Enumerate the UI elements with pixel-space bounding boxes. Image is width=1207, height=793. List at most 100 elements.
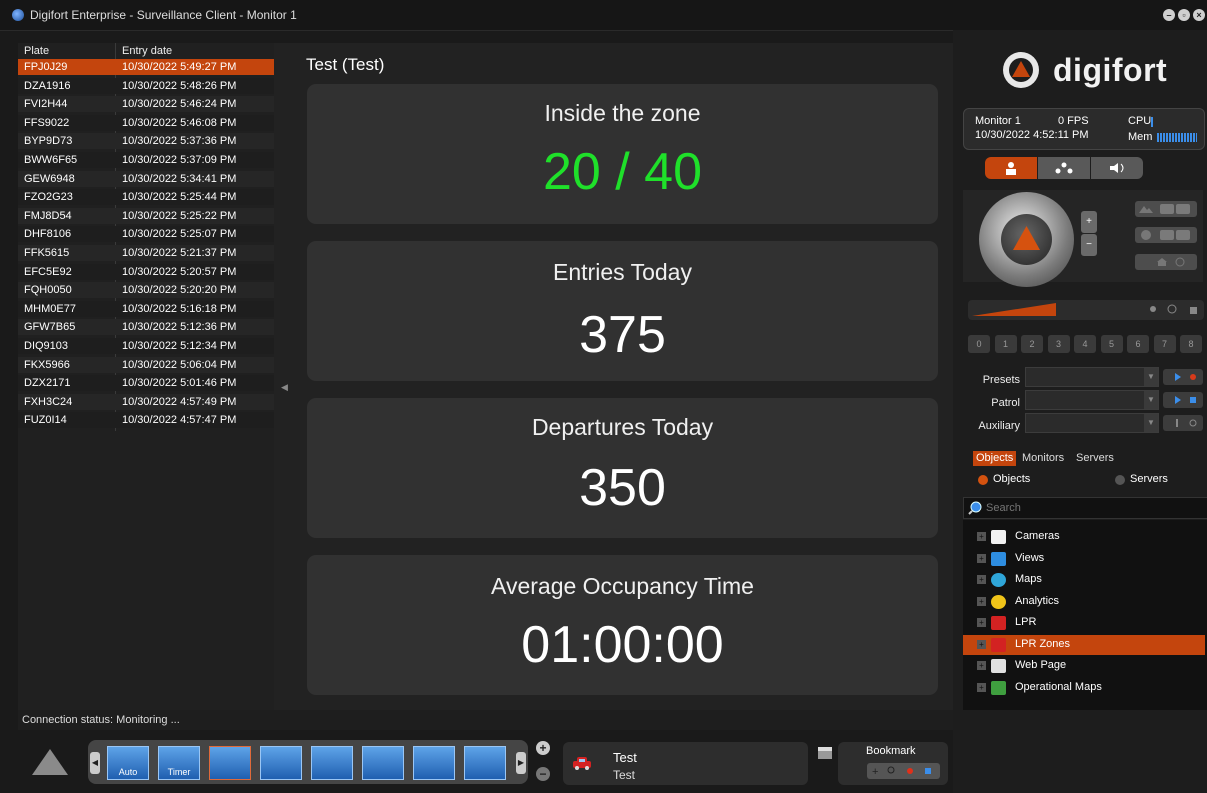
tree-item-views[interactable]: + Views <box>963 549 1205 569</box>
ptz-audio-tab[interactable] <box>1091 157 1143 179</box>
ptz-speed-slider[interactable] <box>968 300 1204 320</box>
table-row[interactable]: GEW6948 10/30/2022 5:34:41 PM <box>18 170 274 187</box>
chevron-down-icon[interactable]: ▼ <box>1144 414 1158 432</box>
collapse-left-icon[interactable]: ◀ <box>281 382 288 393</box>
table-row[interactable]: DIQ9103 10/30/2022 5:12:34 PM <box>18 338 274 354</box>
table-row[interactable]: FUZ0I14 10/30/2022 4:57:47 PM <box>18 412 274 429</box>
layout-next-button[interactable]: ▶ <box>516 752 526 774</box>
iris-control[interactable] <box>1135 227 1197 243</box>
patrol-play-button[interactable] <box>1163 392 1203 408</box>
expand-icon[interactable]: + <box>977 532 986 541</box>
expand-icon[interactable]: + <box>977 575 986 584</box>
tab-objects[interactable]: Objects <box>973 451 1017 466</box>
column-header-plate[interactable]: Plate <box>24 43 49 59</box>
expand-icon[interactable]: + <box>977 639 986 649</box>
table-row[interactable]: MHM0E77 10/30/2022 5:16:18 PM <box>18 300 274 317</box>
focus-control[interactable] <box>1135 201 1197 217</box>
layout-button-4[interactable] <box>260 746 302 780</box>
chevron-down-icon[interactable]: ▼ <box>1144 391 1158 409</box>
servers-radio-label[interactable]: Servers <box>1130 473 1168 485</box>
tree-item-label: Views <box>1015 551 1045 564</box>
auxiliary-toggle-button[interactable] <box>1163 415 1203 431</box>
tree-item-analytics[interactable]: + Analytics <box>963 592 1205 612</box>
preset-key-2[interactable]: 2 <box>1021 335 1043 353</box>
preset-key-7[interactable]: 7 <box>1153 335 1176 353</box>
preset-key-5[interactable]: 5 <box>1100 335 1123 353</box>
layout-button-6[interactable] <box>362 746 404 780</box>
layout-button-1[interactable]: Auto <box>107 746 149 780</box>
minimize-button[interactable]: – <box>1163 9 1175 21</box>
chevron-down-icon[interactable]: ▼ <box>1144 368 1158 386</box>
remove-screen-button[interactable]: − <box>536 767 550 781</box>
layout-button-2[interactable]: Timer <box>158 746 200 780</box>
presets-combo[interactable]: ▼ <box>1025 367 1159 387</box>
bookmark-controls[interactable]: + <box>867 763 940 779</box>
preset-key-0[interactable]: 0 <box>968 335 990 353</box>
layout-button-3[interactable] <box>209 746 251 780</box>
layout-button-8[interactable] <box>464 746 506 780</box>
table-row[interactable]: FFK5615 10/30/2022 5:21:37 PM <box>18 245 274 261</box>
tree-item-maps[interactable]: + Maps <box>963 570 1205 590</box>
column-header-entry-date[interactable]: Entry date <box>122 43 172 59</box>
table-row[interactable]: EFC5E92 10/30/2022 5:20:57 PM <box>18 263 274 280</box>
card-entries-today: Entries Today 375 <box>307 241 938 381</box>
tree-item-cameras[interactable]: + Cameras <box>963 527 1205 547</box>
objects-radio[interactable] <box>978 475 988 485</box>
tab-monitors[interactable]: Monitors <box>1019 451 1067 466</box>
table-row[interactable]: FPJ0J29 10/30/2022 5:49:27 PM <box>18 59 274 75</box>
table-row[interactable]: GFW7B65 10/30/2022 5:12:36 PM <box>18 319 274 336</box>
layout-button-7[interactable] <box>413 746 455 780</box>
expand-icon[interactable]: + <box>977 682 986 692</box>
ptz-group-tab[interactable] <box>1038 157 1090 179</box>
expand-icon[interactable]: + <box>977 618 986 627</box>
card-label: Inside the zone <box>544 100 701 126</box>
table-row[interactable]: BYP9D73 10/30/2022 5:37:36 PM <box>18 133 274 150</box>
objects-radio-label[interactable]: Objects <box>993 473 1030 485</box>
preset-key-3[interactable]: 3 <box>1047 335 1070 353</box>
preset-key-8[interactable]: 8 <box>1180 335 1202 353</box>
patrol-combo[interactable]: ▼ <box>1025 390 1159 410</box>
table-row[interactable]: DZA1916 10/30/2022 5:48:26 PM <box>18 77 274 94</box>
close-button[interactable]: × <box>1193 9 1205 21</box>
servers-radio[interactable] <box>1115 475 1125 485</box>
expand-icon[interactable]: + <box>977 553 986 563</box>
add-screen-button[interactable]: + <box>536 741 550 755</box>
table-row[interactable]: FMJ8D54 10/30/2022 5:25:22 PM <box>18 207 274 224</box>
search-box[interactable] <box>963 497 1207 519</box>
preset-key-4[interactable]: 4 <box>1074 335 1096 353</box>
tree-item-operational-maps[interactable]: + Operational Maps <box>963 678 1205 698</box>
entry-date-cell: 10/30/2022 4:57:47 PM <box>122 414 237 427</box>
table-row[interactable]: DHF8106 10/30/2022 5:25:07 PM <box>18 226 274 243</box>
snapshot-icon[interactable] <box>817 744 833 763</box>
table-row[interactable]: FKX5966 10/30/2022 5:06:04 PM <box>18 356 274 373</box>
maximize-button[interactable]: ▫ <box>1178 9 1190 21</box>
auxiliary-combo[interactable]: ▼ <box>1025 413 1159 433</box>
table-row[interactable]: DZX2171 10/30/2022 5:01:46 PM <box>18 375 274 392</box>
search-input[interactable] <box>984 500 1203 516</box>
joystick-center[interactable] <box>1001 214 1052 265</box>
layout-button-5[interactable] <box>311 746 353 780</box>
zoom-in-button[interactable]: + <box>1081 211 1097 233</box>
table-row[interactable]: BWW6F65 10/30/2022 5:37:09 PM <box>18 152 274 168</box>
panel-splitter[interactable] <box>274 43 292 710</box>
tab-servers[interactable]: Servers <box>1073 451 1117 466</box>
table-row[interactable]: FQH0050 10/30/2022 5:20:20 PM <box>18 282 274 299</box>
preset-play-button[interactable] <box>1163 369 1203 385</box>
table-row[interactable]: FXH3C24 10/30/2022 4:57:49 PM <box>18 393 274 410</box>
tree-item-lpr-zones[interactable]: + LPR Zones <box>963 634 1205 655</box>
layout-prev-button[interactable]: ◀ <box>90 752 100 774</box>
table-row[interactable]: FFS9022 10/30/2022 5:46:08 PM <box>18 114 274 131</box>
monitor-name: Monitor 1 <box>975 115 1021 127</box>
zoom-out-button[interactable]: − <box>1081 234 1097 256</box>
table-row[interactable]: FVI2H44 10/30/2022 5:46:24 PM <box>18 96 274 113</box>
expand-icon[interactable]: + <box>977 661 986 670</box>
tree-item-lpr[interactable]: + LPR <box>963 613 1205 633</box>
preset-key-1[interactable]: 1 <box>994 335 1017 353</box>
ptz-user-tab[interactable] <box>985 157 1037 179</box>
toolbar-collapse-icon[interactable] <box>30 747 70 780</box>
table-row[interactable]: FZO2G23 10/30/2022 5:25:44 PM <box>18 189 274 206</box>
tree-item-web-page[interactable]: + Web Page <box>963 656 1205 676</box>
expand-icon[interactable]: + <box>977 596 986 606</box>
preset-key-6[interactable]: 6 <box>1127 335 1149 353</box>
home-position-button[interactable] <box>1135 254 1197 270</box>
